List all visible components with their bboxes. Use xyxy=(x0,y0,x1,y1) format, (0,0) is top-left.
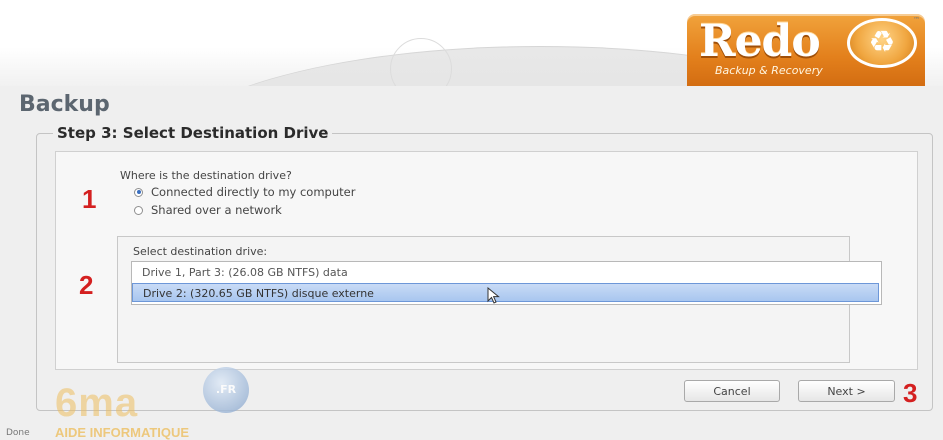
radio-label-network: Shared over a network xyxy=(151,203,282,217)
next-button[interactable]: Next > xyxy=(798,380,895,402)
annotation-number-2: 2 xyxy=(79,270,94,300)
radio-label-connected: Connected directly to my computer xyxy=(151,185,356,199)
radio-button-selected[interactable] xyxy=(134,187,143,197)
drive-list-label: Select destination drive: xyxy=(133,245,268,258)
watermark-brand: 6ma xyxy=(55,381,139,425)
radio-connected-directly[interactable]: Connected directly to my computer xyxy=(134,184,355,200)
radio-button[interactable] xyxy=(134,205,143,215)
redo-logo: Redo Backup & Recovery ♻ ™ xyxy=(687,14,925,86)
logo-name: Redo xyxy=(699,16,821,67)
step-title: Step 3: Select Destination Drive xyxy=(53,124,333,142)
logo-tagline: Backup & Recovery xyxy=(715,64,823,77)
drive-item[interactable]: Drive 1, Part 3: (26.08 GB NTFS) data xyxy=(132,263,879,282)
app-header: Redo Backup & Recovery ♻ ™ xyxy=(0,0,943,86)
mouse-cursor-icon xyxy=(487,287,500,304)
annotation-number-1: 1 xyxy=(82,184,97,214)
watermark-subtitle: AIDE INFORMATIQUE xyxy=(55,425,190,440)
recycle-icon: ♻ xyxy=(847,18,917,68)
watermark-badge: .FR xyxy=(203,367,249,413)
header-ring xyxy=(390,38,452,86)
page-title: Backup xyxy=(19,92,110,117)
drive-list[interactable]: Drive 1, Part 3: (26.08 GB NTFS) data Dr… xyxy=(131,261,882,305)
location-question: Where is the destination drive? xyxy=(120,169,292,182)
status-text: Done xyxy=(6,428,30,438)
annotation-number-3: 3 xyxy=(903,378,918,408)
logo-trademark: ™ xyxy=(913,16,920,24)
drive-item-selected[interactable]: Drive 2: (320.65 GB NTFS) disque externe xyxy=(132,283,879,302)
radio-shared-network[interactable]: Shared over a network xyxy=(134,202,282,218)
cancel-button[interactable]: Cancel xyxy=(684,380,780,402)
